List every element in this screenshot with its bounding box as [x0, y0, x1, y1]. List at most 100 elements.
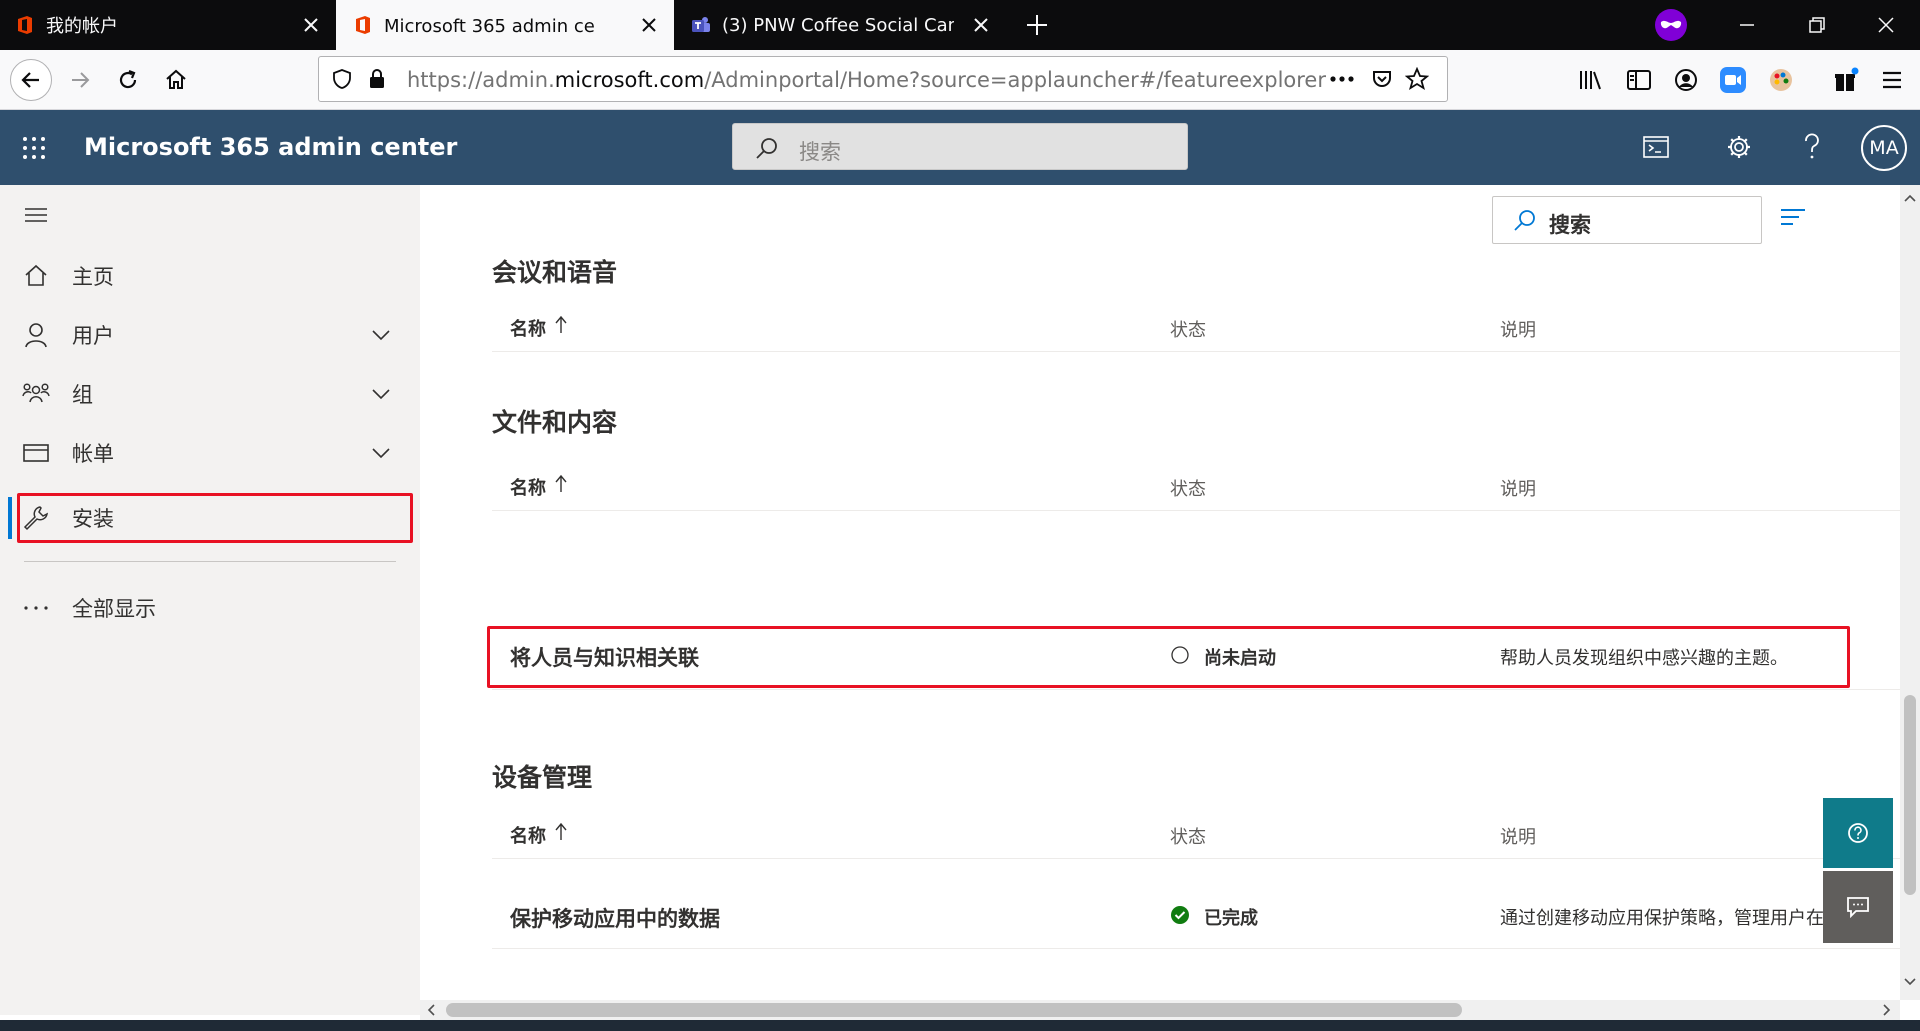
address-bar[interactable]: https://admin.microsoft.com/Adminportal/… — [318, 56, 1448, 102]
close-window-icon[interactable] — [1875, 14, 1897, 36]
help-circle-icon — [1848, 823, 1868, 843]
terminal-button[interactable] — [1639, 130, 1673, 164]
sidebar-item-label: 全部显示 — [72, 597, 156, 621]
tab-title: 我的帐户 — [46, 16, 118, 37]
reload-button[interactable] — [110, 62, 146, 98]
divider — [492, 689, 1900, 690]
search-icon — [756, 138, 777, 159]
header-search-placeholder: 搜索 — [799, 140, 841, 164]
user-icon — [25, 323, 47, 348]
vertical-scrollbar[interactable] — [1900, 185, 1920, 1000]
home-icon — [166, 69, 186, 89]
header-search-box[interactable]: 搜索 — [732, 123, 1188, 170]
scroll-left-icon[interactable] — [426, 1004, 436, 1016]
sidebar-item-groups[interactable]: 组 — [0, 368, 420, 420]
sidebar-item-show-all[interactable]: 全部显示 — [0, 582, 420, 634]
divider — [492, 351, 1900, 352]
column-header-status[interactable]: 状态 — [1170, 475, 1206, 501]
group-icon — [22, 383, 50, 403]
column-header-status[interactable]: 状态 — [1170, 316, 1206, 342]
column-header-status[interactable]: 状态 — [1170, 823, 1206, 849]
column-header-name[interactable]: 名称 — [510, 822, 546, 848]
gear-icon — [1728, 136, 1750, 158]
main-content: 搜索 会议和语音 名称 状态 说明 文件和内容 名称 状态 说明 将人员与知识相… — [420, 185, 1900, 1000]
scroll-right-icon[interactable] — [1882, 1004, 1892, 1016]
sidebar-item-billing[interactable]: 帐单 — [0, 427, 420, 479]
pocket-icon[interactable] — [1371, 68, 1393, 90]
back-button[interactable] — [10, 59, 52, 101]
sort-ascending-icon[interactable] — [554, 315, 568, 335]
sidebar-item-label: 主页 — [72, 265, 114, 289]
horizontal-scrollbar[interactable] — [420, 1000, 1900, 1020]
browser-tab-my-account[interactable]: 我的帐户 — [0, 0, 336, 50]
sidebar-item-label: 组 — [72, 383, 93, 407]
hamburger-menu-icon[interactable] — [1880, 68, 1904, 92]
help-button[interactable] — [1795, 130, 1829, 164]
reload-icon — [119, 69, 137, 89]
url-text[interactable]: https://admin.microsoft.com/Adminportal/… — [407, 68, 1326, 92]
close-tab-icon[interactable] — [300, 14, 322, 36]
column-header-name[interactable]: 名称 — [510, 315, 546, 341]
url-prefix: https://admin. — [407, 68, 555, 92]
column-header-description[interactable]: 说明 — [1500, 316, 1536, 342]
minimize-window-icon[interactable] — [1736, 14, 1758, 36]
bookmark-star-icon[interactable] — [1405, 67, 1429, 91]
browser-tab-admin-center[interactable]: Microsoft 365 admin center - 安 — [336, 0, 674, 50]
chevron-down-icon — [372, 448, 390, 459]
private-browsing-icon — [1655, 9, 1687, 41]
floating-feedback-button[interactable] — [1823, 871, 1893, 943]
chevron-down-icon — [372, 389, 390, 400]
filter-list-icon[interactable] — [1780, 207, 1806, 227]
app-title[interactable]: Microsoft 365 admin center — [84, 133, 457, 161]
account-icon[interactable] — [1674, 68, 1698, 92]
collapse-nav-icon[interactable] — [24, 205, 48, 225]
page-actions-icon[interactable] — [1329, 72, 1355, 86]
user-avatar[interactable]: MA — [1861, 125, 1907, 171]
search-icon — [1514, 210, 1535, 231]
sort-ascending-icon[interactable] — [554, 474, 568, 494]
divider — [492, 510, 1900, 511]
forward-button[interactable] — [62, 62, 98, 98]
column-header-name[interactable]: 名称 — [510, 474, 546, 500]
restore-window-icon[interactable] — [1806, 14, 1828, 36]
scroll-up-icon[interactable] — [1904, 193, 1916, 203]
more-icon — [24, 606, 48, 610]
floating-help-button[interactable] — [1823, 798, 1893, 868]
sidebar-item-users[interactable]: 用户 — [0, 309, 420, 361]
billing-icon — [23, 444, 49, 462]
lock-icon[interactable] — [367, 68, 387, 90]
app-launcher-waffle-icon[interactable] — [22, 136, 46, 160]
scroll-down-icon[interactable] — [1904, 977, 1916, 987]
table-row-name[interactable]: 保护移动应用中的数据 — [510, 903, 720, 933]
sidebar-item-home[interactable]: 主页 — [0, 250, 420, 302]
section-title: 文件和内容 — [492, 408, 618, 437]
library-icon[interactable] — [1578, 68, 1604, 92]
app-header: Microsoft 365 admin center 搜索 MA — [0, 110, 1920, 185]
completed-check-icon — [1171, 906, 1189, 924]
column-header-description[interactable]: 说明 — [1500, 823, 1536, 849]
column-header-description[interactable]: 说明 — [1500, 475, 1536, 501]
sort-ascending-icon[interactable] — [554, 822, 568, 842]
vertical-scrollbar-thumb[interactable] — [1904, 695, 1916, 895]
table-row-status: 已完成 — [1204, 908, 1258, 929]
content-search-box[interactable]: 搜索 — [1492, 196, 1762, 244]
horizontal-scrollbar-thumb[interactable] — [446, 1003, 1462, 1017]
close-tab-icon[interactable] — [638, 14, 660, 36]
close-tab-icon[interactable] — [970, 14, 992, 36]
nav-divider — [24, 561, 396, 562]
browser-tab-teams[interactable]: (3) PNW Coffee Social Campaig — [674, 0, 1006, 50]
extensions-gift-icon[interactable] — [1832, 66, 1860, 94]
zoom-extension-icon[interactable] — [1720, 67, 1746, 93]
sidebar-item-label: 用户 — [72, 324, 114, 348]
sidebar-toggle-icon[interactable] — [1626, 68, 1652, 92]
tracking-shield-icon[interactable] — [331, 68, 353, 90]
settings-button[interactable] — [1722, 130, 1756, 164]
office-logo-icon — [356, 16, 370, 34]
color-extension-icon[interactable] — [1768, 67, 1794, 93]
section-title: 会议和语音 — [492, 258, 618, 287]
os-taskbar — [0, 1020, 1920, 1031]
terminal-icon — [1643, 136, 1669, 158]
office-logo-icon — [18, 16, 32, 34]
home-button[interactable] — [158, 62, 194, 98]
new-tab-icon[interactable] — [1024, 12, 1050, 38]
